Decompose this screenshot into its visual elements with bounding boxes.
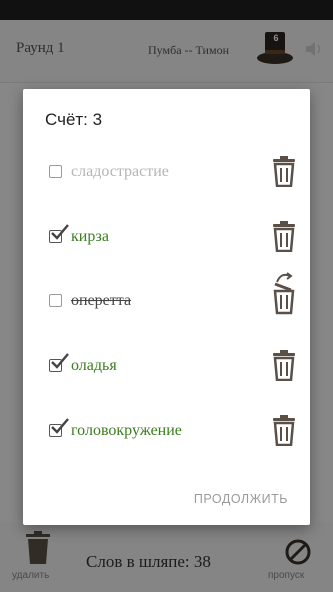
word-text: оладья xyxy=(71,357,117,374)
word-text: сладострастие xyxy=(71,163,169,180)
word-checkbox[interactable] xyxy=(49,165,62,178)
score-value: 3 xyxy=(92,110,103,129)
trash-icon[interactable] xyxy=(271,220,297,253)
word-text: оперетта xyxy=(71,292,132,309)
word-text: кирза xyxy=(71,228,109,245)
trash-icon[interactable] xyxy=(271,155,297,188)
word-checkbox[interactable] xyxy=(49,418,69,437)
score-heading: Счёт: 3 xyxy=(45,110,102,130)
word-checkbox[interactable] xyxy=(49,294,62,307)
word-row: кирза xyxy=(23,218,310,258)
trash-icon[interactable] xyxy=(271,349,297,382)
word-checkbox[interactable] xyxy=(49,224,69,243)
word-row: сладострастие xyxy=(23,153,310,193)
checkmark-icon xyxy=(51,353,69,369)
word-row: головокружение xyxy=(23,412,310,452)
word-row: оладья xyxy=(23,347,310,387)
checkmark-icon xyxy=(51,418,69,434)
restore-arrow-icon[interactable] xyxy=(271,270,297,316)
score-dialog: Счёт: 3 сладострастие кирза оперетта ола… xyxy=(23,89,310,525)
word-row: оперетта xyxy=(23,272,310,322)
score-label: Счёт: xyxy=(45,110,93,129)
checkmark-icon xyxy=(51,224,69,240)
trash-icon[interactable] xyxy=(271,414,297,447)
word-text: головокружение xyxy=(71,422,182,439)
word-checkbox[interactable] xyxy=(49,353,69,372)
continue-button[interactable]: ПРОДОЛЖИТЬ xyxy=(194,492,288,506)
